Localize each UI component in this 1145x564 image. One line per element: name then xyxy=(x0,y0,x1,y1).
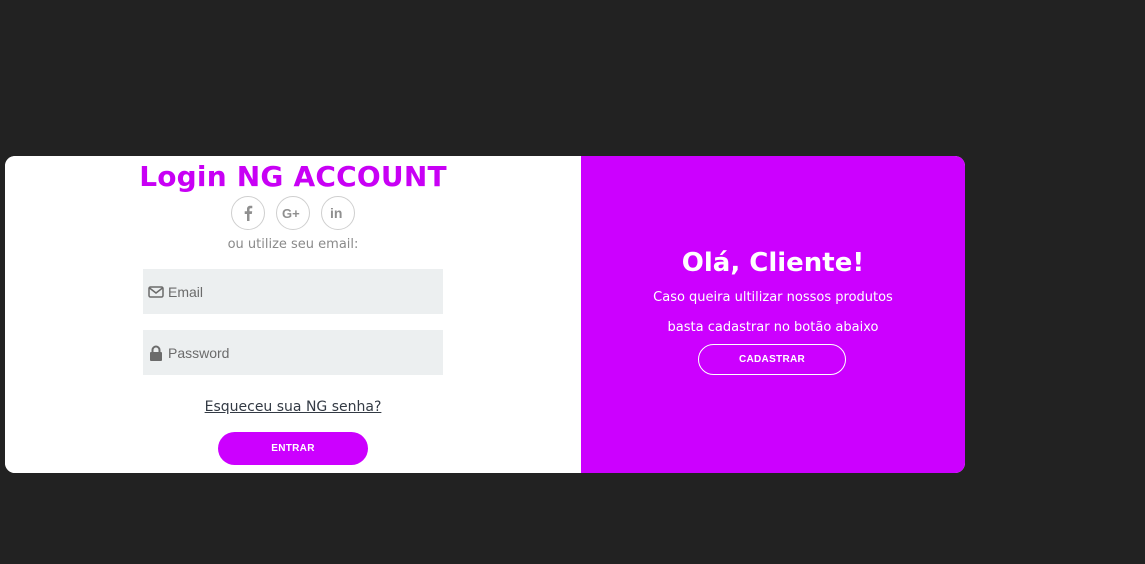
register-text-line-1: Caso queira ultilizar nossos produtos xyxy=(653,290,893,305)
register-panel: Olá, Cliente! Caso queira ultilizar noss… xyxy=(581,156,965,473)
google-plus-icon: G+ xyxy=(282,206,304,220)
register-text-line-2: basta cadastrar no botão abaixo xyxy=(667,320,879,335)
forgot-password-link[interactable]: Esqueceu sua NG senha? xyxy=(5,399,581,415)
email-field-container xyxy=(143,269,443,314)
password-field-container xyxy=(143,330,443,375)
login-panel: Login NG ACCOUNT G+ in ou utilize seu em… xyxy=(5,156,581,473)
login-title: Login NG ACCOUNT xyxy=(139,160,447,193)
svg-text:G+: G+ xyxy=(282,206,300,220)
social-login-group: G+ in xyxy=(5,196,581,230)
facebook-button[interactable] xyxy=(231,196,265,230)
linkedin-button[interactable]: in xyxy=(321,196,355,230)
greeting-heading: Olá, Cliente! xyxy=(681,248,865,278)
google-plus-button[interactable]: G+ xyxy=(276,196,310,230)
svg-text:in: in xyxy=(330,206,342,220)
email-input[interactable] xyxy=(168,269,428,314)
login-button[interactable]: ENTRAR xyxy=(218,432,368,465)
facebook-icon xyxy=(243,205,253,221)
password-input[interactable] xyxy=(168,330,428,375)
envelope-icon xyxy=(148,284,164,300)
auth-card: Login NG ACCOUNT G+ in ou utilize seu em… xyxy=(5,156,965,473)
register-button[interactable]: CADASTRAR xyxy=(698,344,846,375)
linkedin-icon: in xyxy=(330,206,346,220)
email-hint: ou utilize seu email: xyxy=(227,237,359,252)
lock-icon xyxy=(148,345,164,361)
